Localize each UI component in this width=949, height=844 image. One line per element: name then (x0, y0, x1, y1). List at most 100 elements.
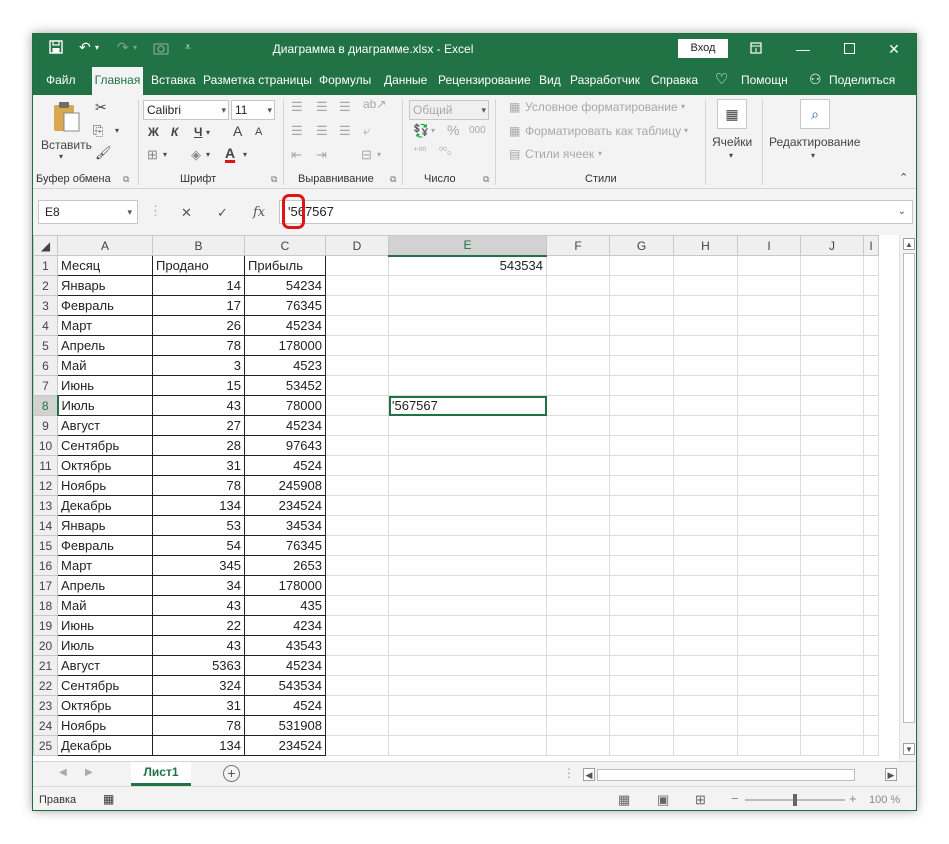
cell[interactable] (737, 275, 801, 296)
tab-formulas[interactable]: Формулы (319, 73, 371, 87)
borders-dropdown-icon[interactable]: ▾ (163, 150, 167, 159)
cell-month[interactable]: Декабрь (57, 735, 153, 756)
cell[interactable] (388, 295, 547, 316)
editing-dropdown-icon[interactable]: ▾ (811, 151, 815, 160)
column-header[interactable]: H (673, 235, 738, 256)
cell[interactable] (863, 275, 879, 296)
cell[interactable] (673, 535, 738, 556)
cell[interactable] (737, 615, 801, 636)
row-header[interactable]: 5 (33, 335, 58, 356)
cell[interactable] (609, 375, 674, 396)
cell[interactable] (673, 435, 738, 456)
cell[interactable] (737, 435, 801, 456)
page-layout-view-icon[interactable]: ▣ (657, 792, 669, 808)
zoom-level[interactable]: 100 % (869, 794, 900, 806)
cell[interactable] (673, 575, 738, 596)
cell[interactable] (388, 555, 547, 576)
cell[interactable] (673, 335, 738, 356)
cell[interactable] (325, 315, 389, 336)
cell[interactable] (863, 255, 879, 276)
cell-sold[interactable]: 31 (152, 455, 245, 476)
cell-month[interactable]: Апрель (57, 575, 153, 596)
cell-month[interactable]: Февраль (57, 295, 153, 316)
column-header[interactable]: I (863, 235, 879, 256)
tab-page-layout[interactable]: Разметка страницы (203, 73, 312, 87)
cell-profit[interactable]: 178000 (244, 575, 326, 596)
tab-data[interactable]: Данные (384, 73, 427, 87)
cell-month[interactable]: Март (57, 315, 153, 336)
row-header-selected[interactable]: 8 (33, 395, 59, 416)
increase-indent-icon[interactable]: ⇥ (316, 147, 327, 163)
cell[interactable] (609, 335, 674, 356)
italic-button[interactable]: К (171, 125, 178, 139)
grow-font-button[interactable]: A (233, 123, 242, 139)
cell[interactable] (325, 355, 389, 376)
cell[interactable] (800, 655, 864, 676)
row-header[interactable]: 10 (33, 435, 58, 456)
cell[interactable] (737, 735, 801, 756)
cells-dropdown-icon[interactable]: ▾ (729, 151, 733, 160)
row-header[interactable]: 9 (33, 415, 58, 436)
zoom-slider[interactable] (745, 794, 845, 806)
cell[interactable] (546, 635, 610, 656)
font-size-select[interactable]: 11 ▾ (231, 100, 275, 120)
row-header[interactable]: 12 (33, 475, 58, 496)
cell-sold[interactable]: 26 (152, 315, 245, 336)
cell[interactable] (800, 695, 864, 716)
clipboard-dialog-icon[interactable]: ⧉ (123, 174, 129, 185)
cell[interactable] (546, 715, 610, 736)
cell[interactable] (673, 475, 738, 496)
cell[interactable] (737, 715, 801, 736)
cell-profit[interactable]: 234524 (244, 495, 326, 516)
cell[interactable] (673, 715, 738, 736)
zoom-out-icon[interactable]: − (731, 791, 739, 806)
cell[interactable] (800, 495, 864, 516)
cell[interactable] (546, 435, 610, 456)
cell[interactable] (673, 615, 738, 636)
confirm-entry-icon[interactable]: ✓ (217, 205, 228, 221)
cell[interactable] (800, 295, 864, 316)
row-header[interactable]: 15 (33, 535, 58, 556)
row-header[interactable]: 24 (33, 715, 58, 736)
cell-header-month[interactable]: Месяц (57, 255, 153, 276)
cell-profit[interactable]: 531908 (244, 715, 326, 736)
cell[interactable] (325, 555, 389, 576)
cell[interactable] (388, 335, 547, 356)
cell-month[interactable]: Июнь (57, 375, 153, 396)
row-header[interactable]: 2 (33, 275, 58, 296)
cell[interactable] (546, 495, 610, 516)
cell[interactable] (609, 715, 674, 736)
cell-sold[interactable]: 15 (152, 375, 245, 396)
cell-month[interactable]: Май (57, 595, 153, 616)
cell[interactable] (325, 275, 389, 296)
cell[interactable] (609, 395, 674, 416)
cell[interactable] (546, 515, 610, 536)
cell[interactable] (673, 675, 738, 696)
conditional-formatting-icon[interactable]: ▦ (509, 100, 520, 114)
editing-button[interactable]: Редактирование (769, 135, 860, 149)
cell-sold[interactable]: 17 (152, 295, 245, 316)
cell-sold[interactable]: 14 (152, 275, 245, 296)
cell[interactable] (325, 415, 389, 436)
cell[interactable] (609, 255, 674, 276)
row-header[interactable]: 19 (33, 615, 58, 636)
cell[interactable] (673, 495, 738, 516)
tab-developer[interactable]: Разработчик (570, 73, 640, 87)
cell[interactable] (800, 635, 864, 656)
cell-sold[interactable]: 134 (152, 735, 245, 756)
tab-help[interactable]: Справка (651, 73, 698, 87)
cell-profit[interactable]: 97643 (244, 435, 326, 456)
cell-profit[interactable]: 43543 (244, 635, 326, 656)
cell[interactable] (609, 275, 674, 296)
cancel-entry-icon[interactable]: ✕ (181, 205, 192, 221)
cell[interactable] (609, 435, 674, 456)
cell-header-sold[interactable]: Продано (152, 255, 245, 276)
cell[interactable] (546, 395, 610, 416)
underline-button[interactable]: Ч (194, 125, 202, 139)
maximize-button[interactable] (839, 39, 859, 59)
column-header[interactable]: B (152, 235, 245, 256)
cell[interactable] (863, 575, 879, 596)
row-header[interactable]: 22 (33, 675, 58, 696)
cell[interactable] (325, 535, 389, 556)
cell[interactable] (546, 675, 610, 696)
